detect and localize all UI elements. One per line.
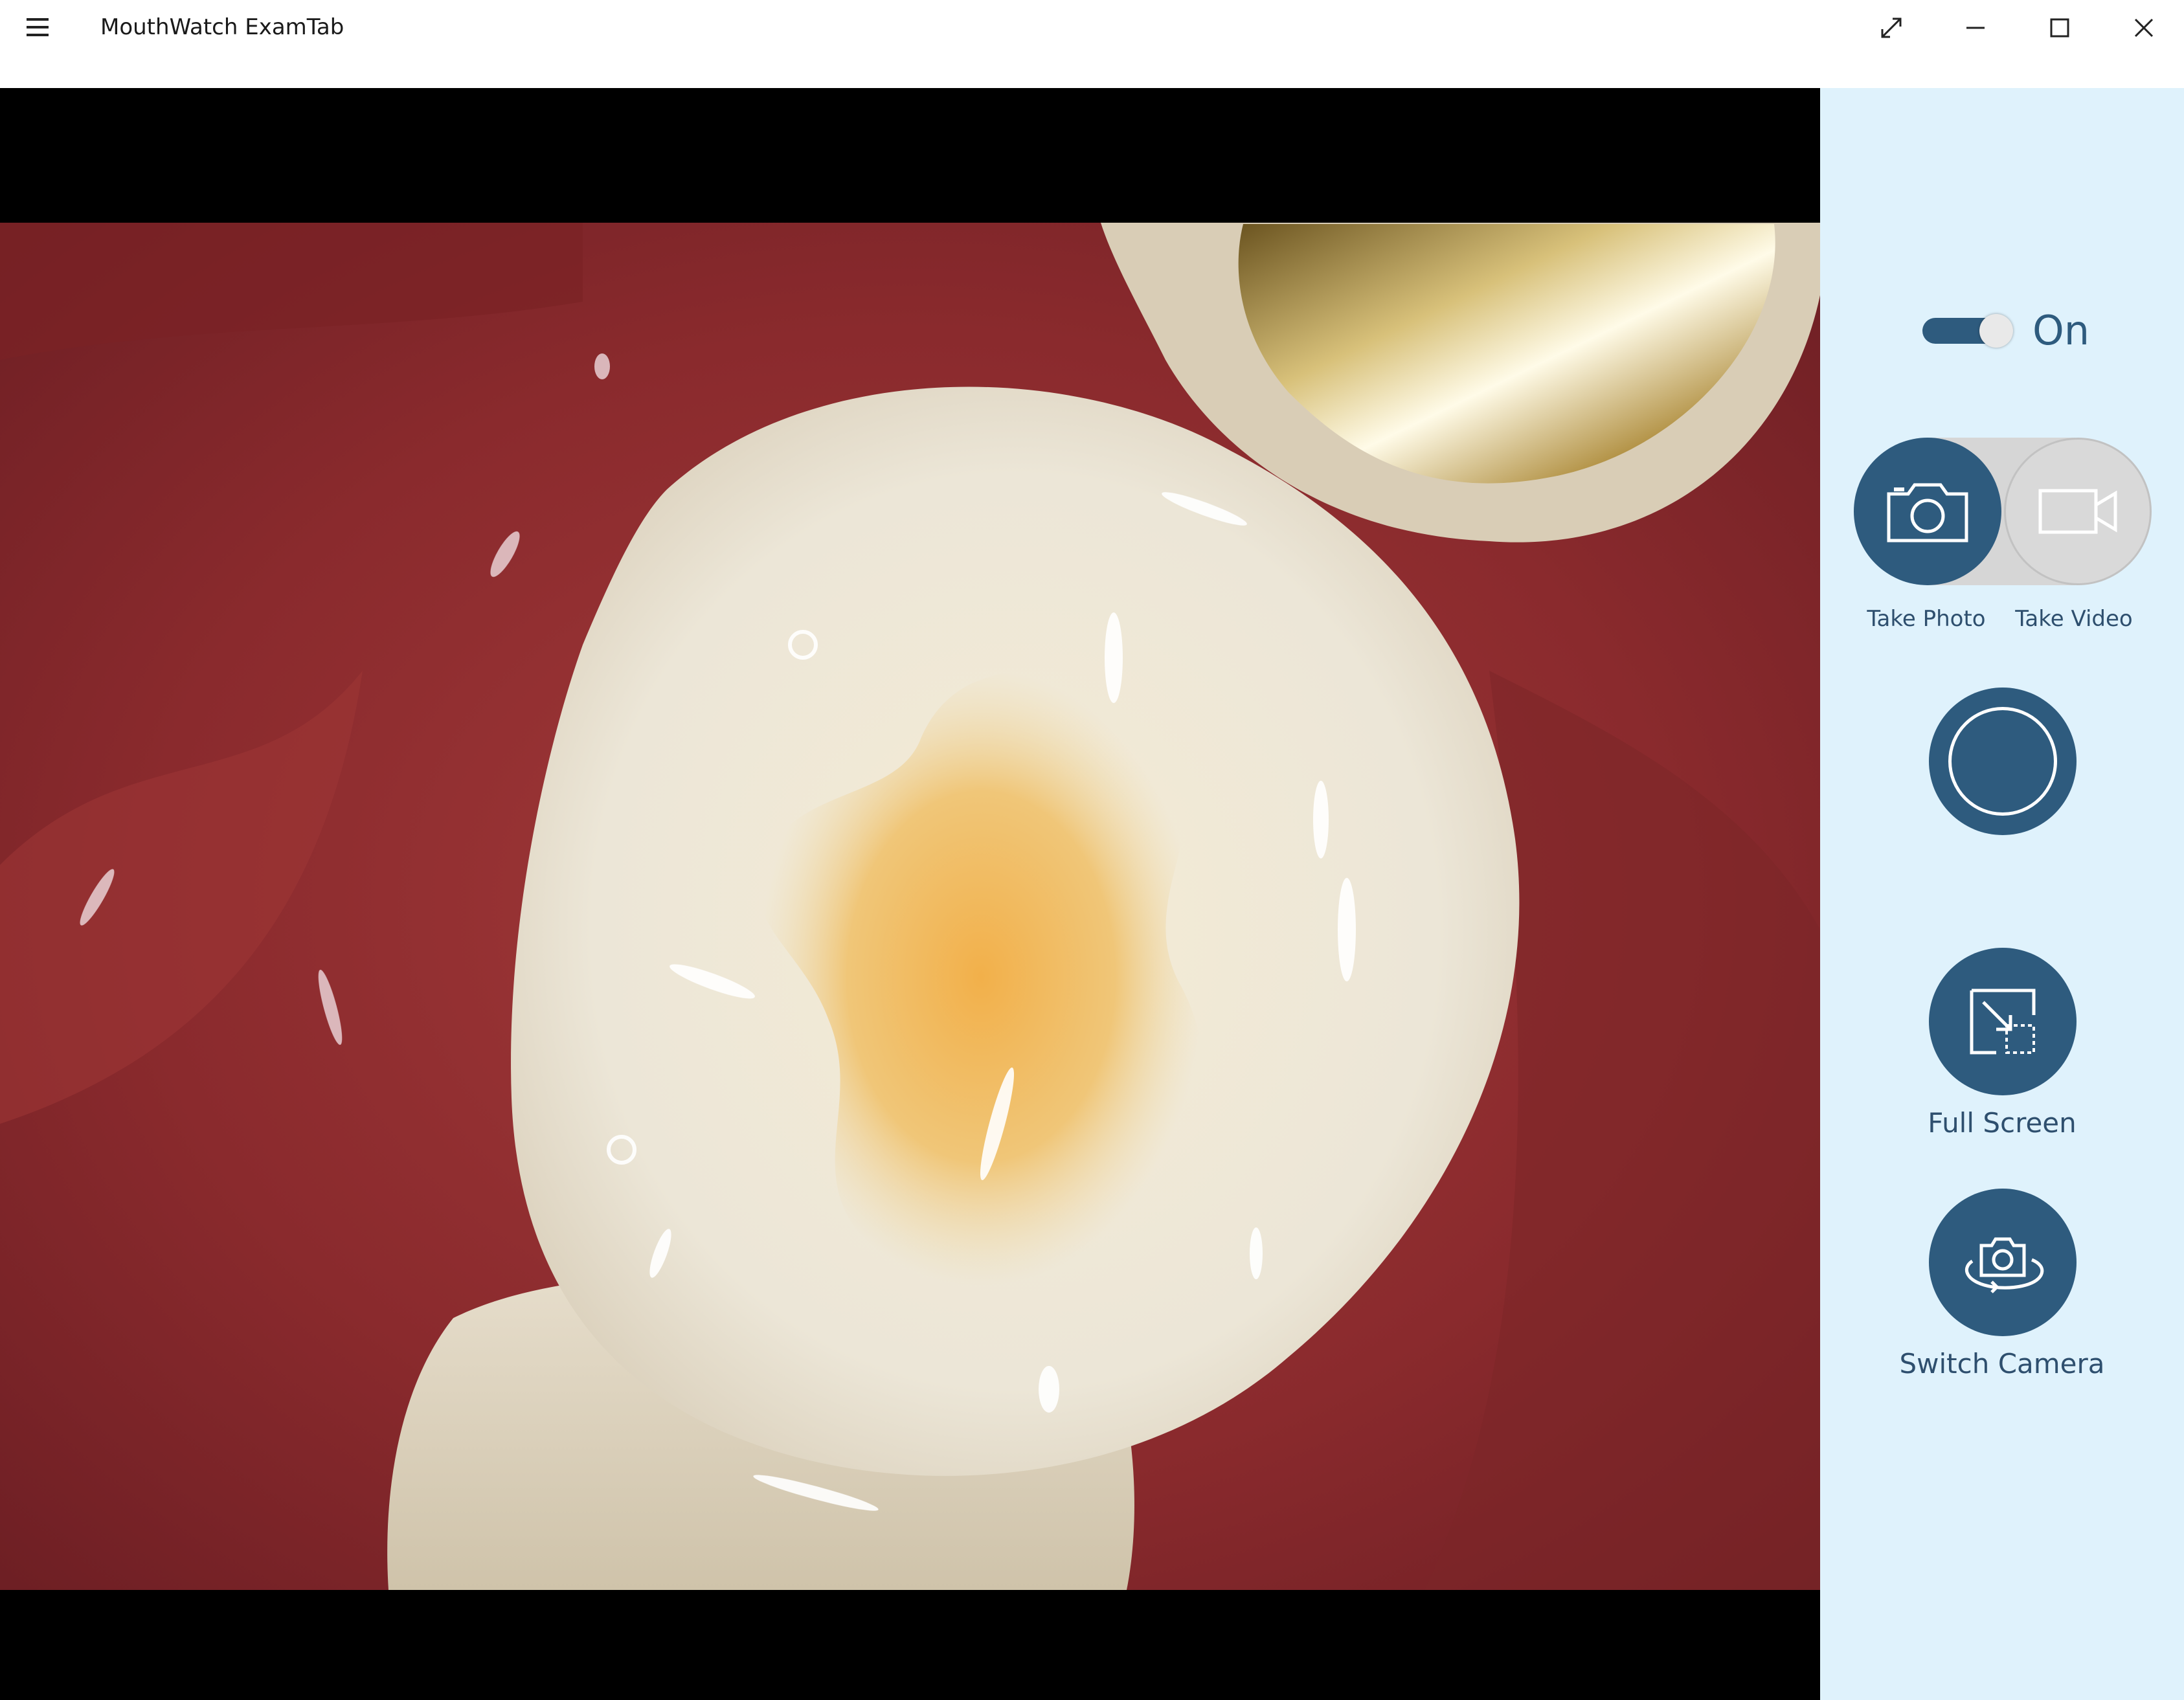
- camera-icon: [1887, 483, 1968, 542]
- camera-live-view[interactable]: [0, 88, 1820, 1700]
- toggle-knob: [1979, 314, 2013, 348]
- take-video-mode-button[interactable]: [2004, 438, 2152, 585]
- minimize-icon[interactable]: [1937, 0, 2014, 56]
- hamburger-menu-icon[interactable]: [17, 12, 58, 43]
- take-photo-label: Take Photo: [1867, 606, 1986, 632]
- take-photo-mode-button[interactable]: [1854, 438, 2001, 585]
- camera-state-label: On: [2032, 307, 2090, 354]
- camera-power-toggle-row: On: [1922, 308, 2089, 353]
- take-video-label: Take Video: [2015, 606, 2133, 632]
- camera-controls-panel: On Take Photo Take Video Full Screen Swi…: [1820, 88, 2184, 1700]
- title-bar: MouthWatch ExamTab: [0, 0, 2184, 88]
- fullscreen-icon: [1970, 989, 2036, 1055]
- shutter-ring-icon: [1948, 707, 2057, 816]
- switch-camera-button[interactable]: [1929, 1189, 2077, 1336]
- capture-button[interactable]: [1929, 688, 2077, 835]
- switch-camera-icon: [1964, 1237, 2044, 1293]
- maximize-icon[interactable]: [2021, 0, 2099, 56]
- capture-mode-switch: [1854, 438, 2152, 585]
- switch-camera-label: Switch Camera: [1899, 1348, 2105, 1380]
- close-icon[interactable]: [2105, 0, 2183, 56]
- expand-icon[interactable]: [1852, 0, 1930, 56]
- video-camera-icon: [2038, 489, 2117, 534]
- camera-power-toggle[interactable]: [1922, 314, 2013, 348]
- tooth-camera-image: [0, 223, 1820, 1590]
- app-title: MouthWatch ExamTab: [100, 14, 344, 40]
- full-screen-label: Full Screen: [1928, 1107, 2077, 1139]
- full-screen-button[interactable]: [1929, 948, 2077, 1095]
